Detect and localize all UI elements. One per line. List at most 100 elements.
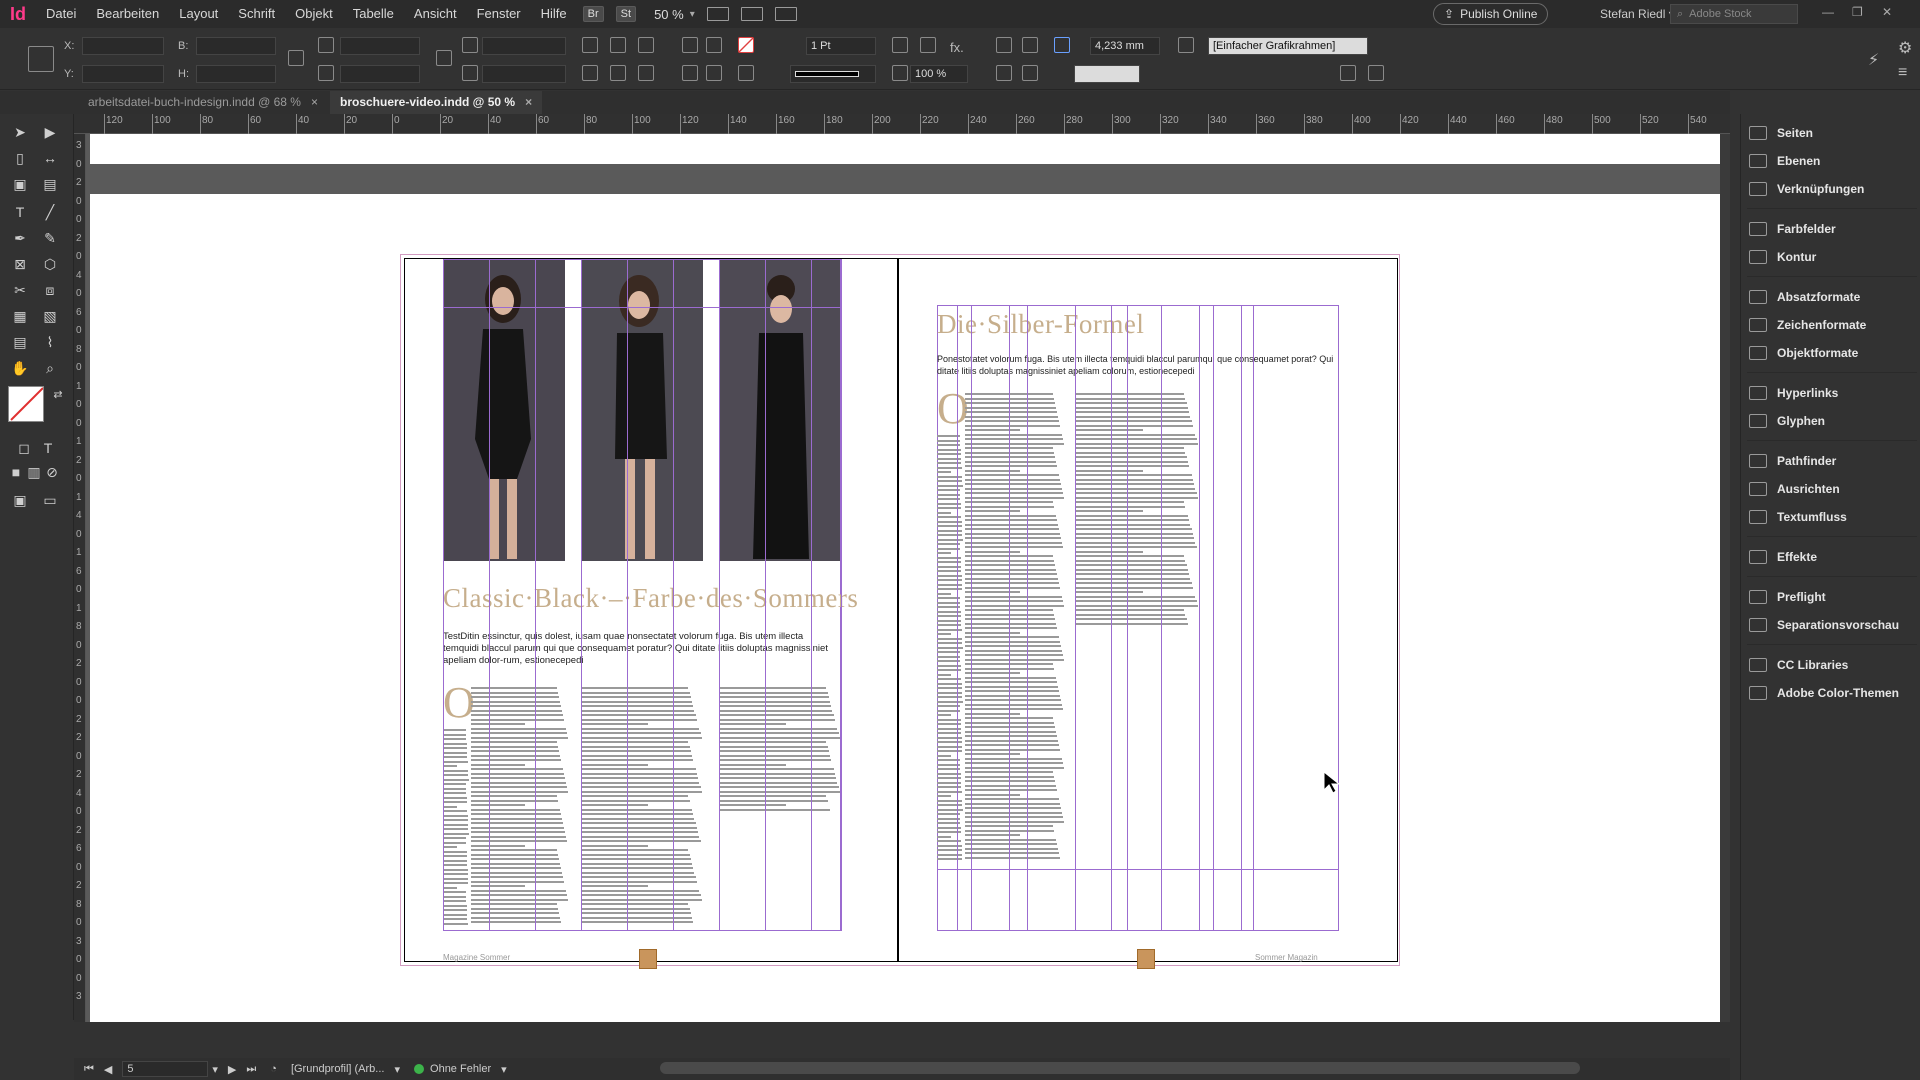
link-icon[interactable] [436,50,452,66]
note-tool-icon[interactable]: ▤ [10,332,30,352]
auto-fit-icon[interactable] [1054,37,1070,53]
formatting-container-icon[interactable]: ◻ [14,438,34,458]
polygon-tool-icon[interactable]: ⬡ [40,254,60,274]
preview-mode-icon[interactable]: ▭ [40,490,60,510]
panel-separationsvorschau[interactable]: Separationsvorschau [1741,612,1920,638]
path-type-icon[interactable] [638,37,654,53]
panel-preflight[interactable]: Preflight [1741,584,1920,610]
minimize-icon[interactable]: — [1822,0,1834,24]
menu-hilfe[interactable]: Hilfe [531,0,577,28]
first-page-icon[interactable]: ⏮ [84,1063,94,1076]
tab-arbeitsdatei[interactable]: arbeitsdatei-buch-indesign.indd @ 68 % × [78,91,328,114]
restore-icon[interactable]: ❐ [1852,0,1863,24]
close-icon[interactable]: ✕ [1882,0,1892,24]
content-placer-icon[interactable]: ▤ [40,174,60,194]
fill-frame-icon[interactable] [1368,65,1384,81]
width-field[interactable] [196,37,276,55]
left-headline[interactable]: Classic·Black·–·Farbe·des·Sommers [443,583,858,614]
menu-tabelle[interactable]: Tabelle [343,0,404,28]
panel-glyphen[interactable]: Glyphen [1741,408,1920,434]
next-page-icon[interactable]: ▶ [228,1063,236,1076]
selection-tool-icon[interactable]: ➤ [10,122,30,142]
shear-icon[interactable] [462,65,478,81]
preflight-dropdown-icon[interactable]: ▾ [501,1063,507,1076]
menu-schrift[interactable]: Schrift [228,0,285,28]
gradient-feather-tool-icon[interactable]: ▧ [40,306,60,326]
panel-effekte[interactable]: Effekte [1741,544,1920,570]
menu-objekt[interactable]: Objekt [285,0,343,28]
swap-fill-stroke-icon[interactable]: ⇄ [48,384,68,404]
zoom-dropdown-icon[interactable]: ▾ [690,9,695,20]
stroke-swatch-icon[interactable] [738,65,754,81]
formatting-text-icon[interactable]: T [38,438,58,458]
select-content-icon[interactable] [682,65,698,81]
screen-mode-icon[interactable] [740,7,763,21]
type-tool-icon[interactable]: T [10,202,30,222]
settings-gear-icon[interactable]: ⚙ [1898,38,1914,57]
panel-ebenen[interactable]: Ebenen [1741,148,1920,174]
menu-ansicht[interactable]: Ansicht [404,0,467,28]
rectangle-frame-tool-icon[interactable]: ⊠ [10,254,30,274]
panel-absatzformate[interactable]: Absatzformate [1741,284,1920,310]
zoom-tool-icon[interactable]: ⌕ [40,358,60,378]
height-field[interactable] [196,65,276,83]
free-transform-tool-icon[interactable]: ⧈ [40,280,60,300]
text-wrap-icon[interactable] [996,37,1012,53]
fill-none-icon[interactable] [738,37,754,53]
pencil-tool-icon[interactable]: ✎ [40,228,60,248]
page-spread[interactable]: Classic·Black·–·Farbe·des·Sommers TestDi… [400,254,1400,969]
normal-mode-icon[interactable]: ▣ [10,490,30,510]
stroke-type-select[interactable] [790,65,876,83]
menu-datei[interactable]: Datei [36,0,86,28]
rotation-field[interactable] [482,37,566,55]
left-text-column-2[interactable] [581,687,703,927]
right-intro[interactable]: Ponestotatet volorum fuga. Bis utem ille… [937,353,1337,377]
bridge-button[interactable]: Br [582,6,604,22]
page-right[interactable]: Die·Silber-Formel Ponestotatet volorum f… [898,258,1398,969]
last-page-icon[interactable]: ⏭ [246,1063,256,1076]
line-tool-icon[interactable]: ╱ [40,202,60,222]
left-text-column-1b[interactable] [443,729,469,927]
view-options-icon[interactable] [706,7,729,21]
fx-label[interactable]: fx. [950,40,964,55]
left-text-column-1[interactable] [471,687,569,927]
fill-color-field[interactable] [1074,65,1140,83]
user-account[interactable]: Stefan Riedl ▾ [1600,0,1675,28]
panel-kontur[interactable]: Kontur [1741,244,1920,270]
rotate-cw-icon[interactable] [582,37,598,53]
select-container-icon[interactable] [638,65,654,81]
menu-layout[interactable]: Layout [169,0,228,28]
close-tab-icon[interactable]: × [525,95,532,109]
preflight-status[interactable]: Ohne Fehler [430,1063,491,1075]
panel-cc-libraries[interactable]: CC Libraries [1741,652,1920,678]
menu-fenster[interactable]: Fenster [467,0,531,28]
open-document-icon[interactable]: ◔ [270,1063,277,1075]
dimension-field[interactable]: 4,233 mm [1090,37,1160,55]
zoom-level[interactable]: 50 % [654,7,684,22]
prev-page-icon[interactable]: ◀ [104,1063,112,1076]
flip-h-icon[interactable] [582,65,598,81]
profile-dropdown-icon[interactable]: ▾ [394,1063,400,1076]
panel-farbfelder[interactable]: Farbfelder [1741,216,1920,242]
shear-field[interactable] [482,65,566,83]
apply-color-icon[interactable]: ■ [6,462,26,482]
stroke-weight-field[interactable]: 1 Pt [806,37,876,55]
flip-vertical-icon[interactable] [682,37,698,53]
panel-seiten[interactable]: Seiten [1741,120,1920,146]
arrange-documents-icon[interactable] [774,7,797,21]
document-canvas[interactable]: Classic·Black·–·Farbe·des·Sommers TestDi… [86,134,1720,1022]
drop-shadow-icon[interactable] [920,37,936,53]
panel-hyperlinks[interactable]: Hyperlinks [1741,380,1920,406]
horizontal-scrollbar[interactable] [660,1062,1580,1074]
scale-y-icon[interactable] [318,65,334,81]
adobe-stock-search[interactable]: ⌕ Adobe Stock [1670,4,1798,24]
scissors-tool-icon[interactable]: ✂ [10,280,30,300]
scale-x-field[interactable] [340,37,420,55]
select-next-icon[interactable] [706,65,722,81]
right-text-column-1b[interactable] [937,435,963,863]
text-wrap-bbox-icon[interactable] [1022,37,1038,53]
panel-adobe-color[interactable]: Adobe Color-Themen [1741,680,1920,706]
reference-point-icon[interactable] [28,46,54,72]
panel-textumfluss[interactable]: Textumfluss [1741,504,1920,530]
menu-bearbeiten[interactable]: Bearbeiten [86,0,169,28]
